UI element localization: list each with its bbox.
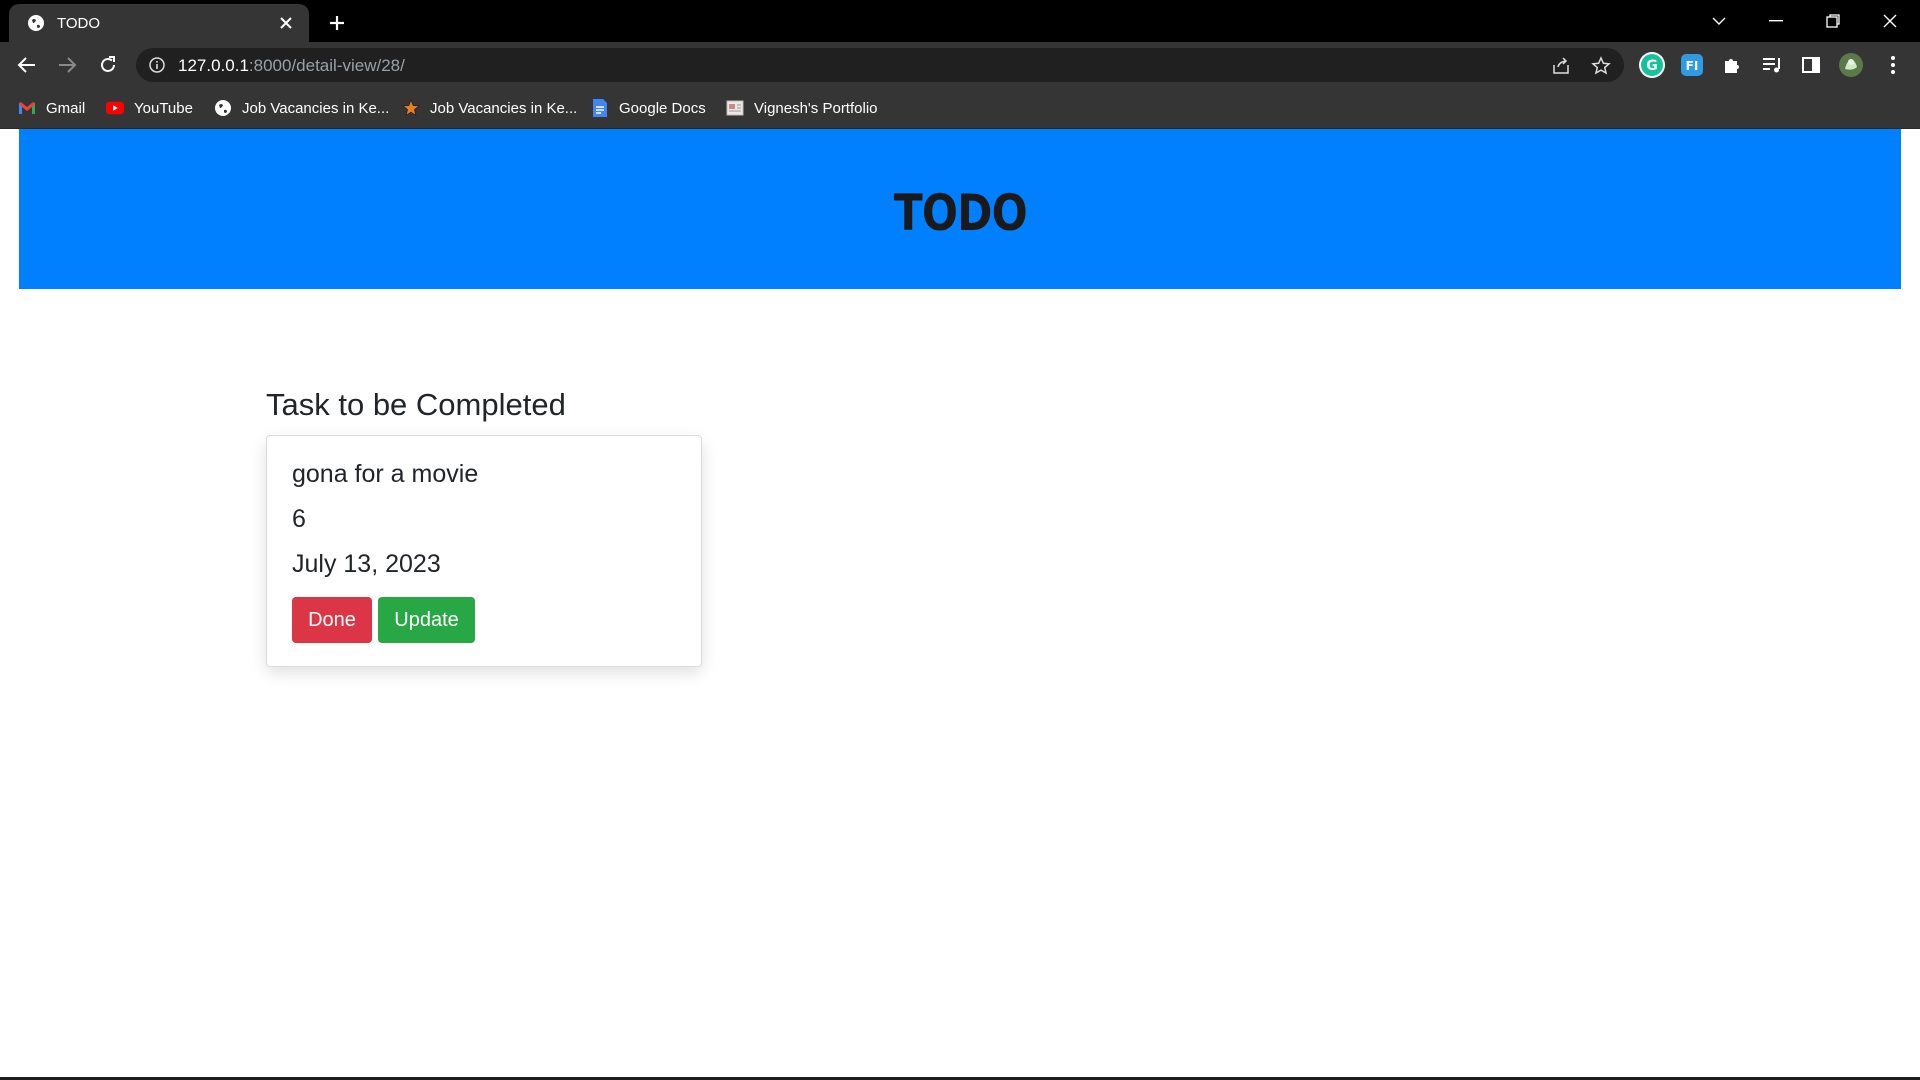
tab-title: TODO	[57, 14, 101, 32]
bookmark-google-docs[interactable]: Google Docs	[591, 97, 706, 119]
globe-icon	[28, 15, 44, 31]
task-date: July 13, 2023	[292, 550, 441, 578]
restore-icon[interactable]	[1818, 8, 1848, 34]
minimize-icon[interactable]	[1761, 8, 1791, 34]
task-priority: 6	[292, 505, 306, 533]
fi-extension-icon[interactable]: FI	[1678, 51, 1706, 79]
bookmark-gmail[interactable]: Gmail	[18, 97, 85, 119]
portfolio-icon	[726, 99, 744, 117]
section-title: Task to be Completed	[266, 387, 566, 422]
bookmark-label: Gmail	[46, 99, 86, 117]
google-docs-icon	[591, 99, 609, 117]
bookmark-youtube[interactable]: YouTube	[106, 97, 193, 119]
bookmark-label: Vignesh's Portfolio	[754, 99, 878, 117]
svg-text:G: G	[1646, 58, 1658, 74]
bookmark-star-icon[interactable]	[1590, 55, 1612, 77]
close-tab-icon[interactable]	[275, 12, 297, 34]
bookmark-label: Job Vacancies in Ke...	[430, 99, 578, 117]
task-name: gona for a movie	[292, 460, 479, 488]
url-text: 127.0.0.1:8000/detail-view/28/	[178, 56, 405, 75]
done-button[interactable]: Done	[292, 597, 372, 643]
bookmark-job-vacancies-1[interactable]: Job Vacancies in Ke...	[214, 97, 389, 119]
site-info-icon[interactable]	[148, 56, 166, 74]
tab-search-chevron-icon[interactable]	[1704, 8, 1734, 34]
browser-toolbar: 127.0.0.1:8000/detail-view/28/ G FI	[0, 42, 1920, 88]
globe-icon	[214, 99, 232, 117]
bookmark-portfolio[interactable]: Vignesh's Portfolio	[726, 97, 878, 119]
header-banner: TODO	[19, 129, 1901, 289]
bookmark-job-vacancies-2[interactable]: Job Vacancies in Ke...	[402, 97, 577, 119]
new-tab-plus-icon[interactable]	[324, 10, 350, 36]
menu-kebab-icon[interactable]	[1879, 51, 1907, 79]
reload-icon[interactable]	[94, 51, 122, 79]
bookmark-label: Job Vacancies in Ke...	[242, 99, 390, 117]
task-card: gona for a movie 6 July 13, 2023 Done Up…	[266, 435, 702, 667]
star-icon	[402, 99, 420, 117]
page-title: TODO	[893, 184, 1027, 242]
close-window-icon[interactable]	[1875, 8, 1905, 34]
youtube-icon	[106, 99, 124, 117]
extensions-puzzle-icon[interactable]	[1718, 51, 1746, 79]
profile-avatar-icon[interactable]	[1837, 51, 1865, 79]
share-icon[interactable]	[1550, 55, 1572, 77]
update-button[interactable]: Update	[378, 597, 475, 643]
bookmarks-bar: Gmail YouTube Job Vacancies in Ke... Job…	[0, 88, 1920, 129]
svg-text:FI: FI	[1686, 59, 1699, 73]
tab-strip: TODO	[0, 0, 1920, 42]
browser-tab-todo[interactable]: TODO	[9, 4, 309, 42]
back-arrow-icon[interactable]	[13, 51, 41, 79]
grammarly-icon[interactable]: G	[1638, 51, 1666, 79]
page-content: TODO Task to be Completed gona for a mov…	[0, 129, 1920, 1080]
bookmark-label: Google Docs	[619, 99, 706, 117]
side-panel-icon[interactable]	[1797, 51, 1825, 79]
reading-list-icon[interactable]	[1758, 51, 1786, 79]
bookmark-label: YouTube	[134, 99, 193, 117]
forward-arrow-icon[interactable]	[53, 51, 81, 79]
gmail-icon	[18, 99, 36, 117]
address-bar[interactable]: 127.0.0.1:8000/detail-view/28/	[136, 48, 1624, 82]
